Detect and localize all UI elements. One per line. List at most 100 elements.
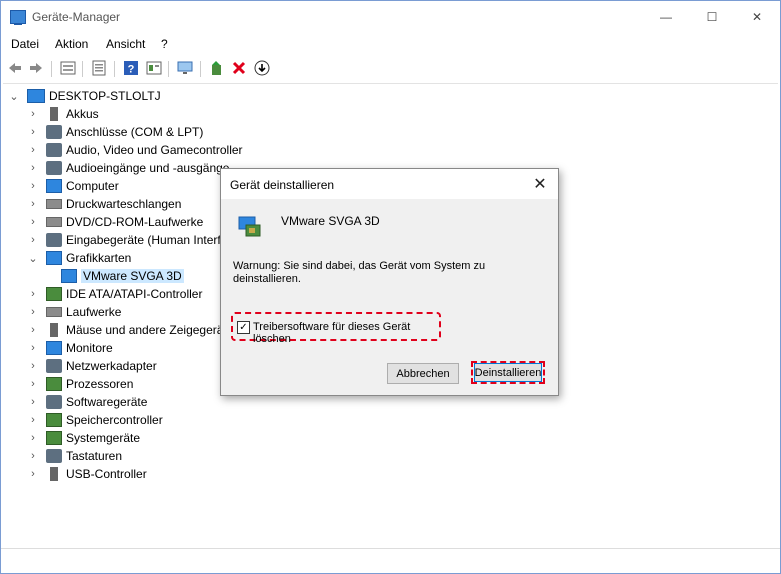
display-adapter-icon (46, 251, 62, 265)
dialog-close-icon[interactable]: ✕ (530, 174, 550, 194)
help-icon[interactable]: ? (123, 60, 139, 76)
speaker-icon (46, 143, 62, 157)
chevron-right-icon[interactable]: › (28, 432, 38, 444)
chevron-right-icon[interactable]: › (28, 342, 38, 354)
chevron-down-icon[interactable]: ⌄ (28, 253, 38, 265)
chevron-right-icon[interactable]: › (28, 144, 38, 156)
chevron-right-icon[interactable]: › (28, 360, 38, 372)
tree-category-item[interactable]: › Netzwerkadapter (28, 357, 157, 375)
tree-category-item[interactable]: › Mäuse und andere Zeigegerät (28, 321, 227, 339)
usb-icon (50, 467, 58, 481)
tree-category-item[interactable]: › Audioeingänge und -ausgänge (28, 159, 229, 177)
tree-item-label: DVD/CD-ROM-Laufwerke (66, 215, 204, 229)
display-adapter-icon (238, 216, 261, 237)
tree-category-item[interactable]: › Audio, Video und Gamecontroller (28, 141, 243, 159)
network-icon (46, 359, 62, 373)
uninstall-icon[interactable] (231, 60, 247, 76)
tree-item-label: Mäuse und andere Zeigegerät (66, 323, 227, 337)
tree-item-label: Audioeingänge und -ausgänge (66, 161, 230, 175)
delete-driver-checkbox[interactable]: ✓ (237, 321, 250, 334)
delete-driver-label[interactable]: Treibersoftware für dieses Gerät löschen (253, 321, 439, 345)
chevron-right-icon[interactable]: › (28, 162, 38, 174)
tree-item-label: Softwaregeräte (66, 395, 148, 409)
software-device-icon (46, 395, 62, 409)
keyboard-icon (46, 449, 62, 463)
tree-root[interactable]: ⌄ DESKTOP-STLOLTJ (9, 87, 161, 105)
chevron-right-icon[interactable]: › (28, 324, 38, 336)
menu-bar: Datei Aktion Ansicht ? (1, 33, 780, 55)
forward-icon[interactable] (28, 60, 44, 76)
uninstall-button-highlight: Deinstallieren (471, 361, 545, 384)
chevron-right-icon[interactable]: › (28, 234, 38, 246)
tree-category-item[interactable]: › Tastaturen (28, 447, 122, 465)
properties-icon[interactable] (60, 60, 76, 76)
scan-icon[interactable] (254, 60, 270, 76)
tree-category-item[interactable]: › IDE ATA/ATAPI-Controller (28, 285, 202, 303)
tree-category-item[interactable]: › Akkus (28, 105, 99, 123)
back-icon[interactable] (7, 60, 23, 76)
disc-icon (46, 217, 62, 227)
uninstall-device-dialog: Gerät deinstallieren ✕ VMware SVGA 3D Wa… (220, 168, 559, 396)
tree-category-item[interactable]: › Prozessoren (28, 375, 133, 393)
tree-item-label: Grafikkarten (66, 251, 132, 265)
dialog-title: Gerät deinstallieren (230, 178, 335, 192)
chevron-right-icon[interactable]: › (28, 108, 38, 120)
storage-icon (46, 413, 62, 427)
tree-category-item[interactable]: ⌄ Grafikkarten (28, 249, 131, 267)
processor-icon (46, 377, 62, 391)
menu-datei[interactable]: Datei (11, 37, 39, 51)
tree-category-item[interactable]: › DVD/CD-ROM-Laufwerke (28, 213, 203, 231)
device-manager-icon (10, 10, 26, 25)
chevron-right-icon[interactable]: › (28, 306, 38, 318)
chevron-right-icon[interactable]: › (28, 126, 38, 138)
maximize-button[interactable]: ☐ (689, 1, 735, 32)
chevron-right-icon[interactable]: › (28, 198, 38, 210)
tree-category-item[interactable]: › Druckwarteschlangen (28, 195, 181, 213)
tree-category-item[interactable]: › Anschlüsse (COM & LPT) (28, 123, 203, 141)
view-icon[interactable] (146, 60, 162, 76)
cancel-button[interactable]: Abbrechen (387, 363, 459, 384)
tree-category-item[interactable]: › Speichercontroller (28, 411, 163, 429)
system-icon (46, 431, 62, 445)
menu-ansicht[interactable]: Ansicht (106, 37, 145, 51)
tree-category-item[interactable]: › Laufwerke (28, 303, 121, 321)
monitor-icon[interactable] (177, 60, 193, 76)
chevron-right-icon[interactable]: › (28, 216, 38, 228)
tree-item-label: Eingabegeräte (Human Interfa (66, 233, 228, 247)
dialog-title-bar[interactable]: Gerät deinstallieren ✕ (221, 169, 558, 199)
tree-category-item[interactable]: › Softwaregeräte (28, 393, 147, 411)
toolbar: ? (1, 57, 780, 81)
chevron-right-icon[interactable]: › (28, 180, 38, 192)
chevron-right-icon[interactable]: › (28, 450, 38, 462)
dialog-warning: Warnung: Sie sind dabei, das Gerät vom S… (233, 260, 486, 285)
controller-icon (46, 287, 62, 301)
tree-device-item[interactable]: VMware SVGA 3D (43, 267, 184, 285)
tree-item-label: Akkus (66, 107, 99, 121)
tree-item-label: Prozessoren (66, 377, 134, 391)
close-button[interactable]: ✕ (734, 1, 780, 32)
port-icon (46, 125, 62, 139)
chevron-right-icon[interactable]: › (28, 378, 38, 390)
tree-category-item[interactable]: › Monitore (28, 339, 113, 357)
chevron-down-icon[interactable]: ⌄ (9, 91, 19, 103)
device-list-icon[interactable] (91, 60, 107, 76)
tree-item-label: Systemgeräte (66, 431, 141, 445)
minimize-button[interactable]: — (643, 1, 689, 32)
monitor-icon (46, 341, 62, 355)
uninstall-button[interactable]: Deinstallieren (474, 363, 542, 382)
title-bar[interactable]: Geräte-Manager — ☐ ✕ (1, 1, 780, 32)
tree-category-item[interactable]: › USB-Controller (28, 465, 147, 483)
tree-item-label: Tastaturen (66, 449, 123, 463)
update-driver-icon[interactable] (209, 60, 225, 76)
menu-help[interactable]: ? (161, 37, 168, 51)
tree-category-item[interactable]: › Computer (28, 177, 119, 195)
chevron-right-icon[interactable]: › (28, 288, 38, 300)
menu-aktion[interactable]: Aktion (55, 37, 88, 51)
chevron-right-icon[interactable]: › (28, 396, 38, 408)
tree-category-item[interactable]: › Eingabegeräte (Human Interfa (28, 231, 227, 249)
tree-item-label: Computer (66, 179, 119, 193)
tree-root-label: DESKTOP-STLOLTJ (49, 89, 161, 103)
chevron-right-icon[interactable]: › (28, 468, 38, 480)
tree-category-item[interactable]: › Systemgeräte (28, 429, 140, 447)
chevron-right-icon[interactable]: › (28, 414, 38, 426)
